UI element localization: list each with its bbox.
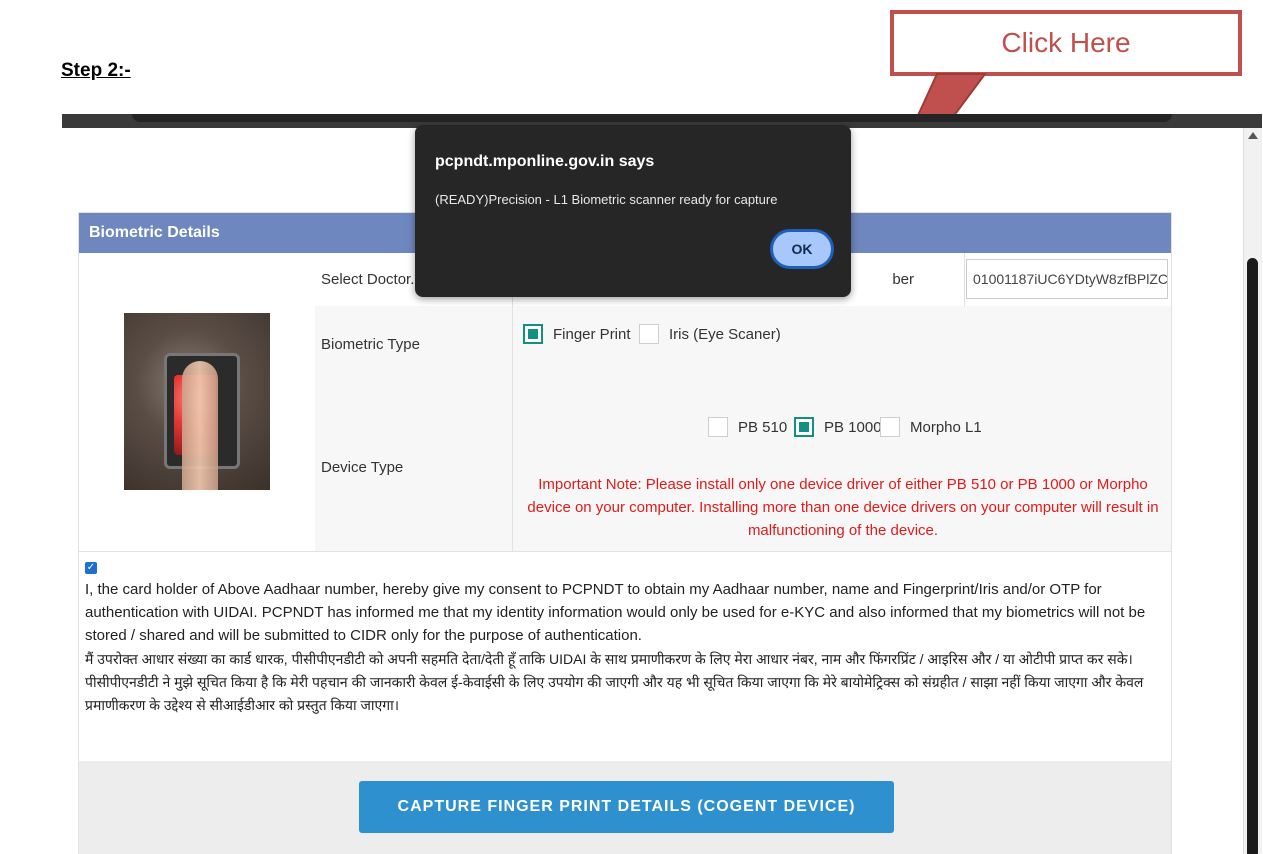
consent-section: ✓ I, the card holder of Above Aadhaar nu… <box>79 551 1171 763</box>
dialog-message: (READY)Precision - L1 Biometric scanner … <box>435 192 778 207</box>
biometric-type-row: Biometric Type Finger Print Iris (Eye Sc… <box>315 306 1171 384</box>
important-note: Important Note: Please install only one … <box>527 476 1159 539</box>
option-pb1000[interactable]: PB 1000 <box>794 417 882 437</box>
scroll-thumb[interactable] <box>1247 258 1258 854</box>
consent-text-hindi: मैं उपरोक्त आधार संख्या का कार्ड धारक, प… <box>85 651 1144 713</box>
iris-checkbox[interactable] <box>639 324 659 344</box>
morpho-checkbox[interactable] <box>880 417 900 437</box>
browser-screen: Biometric Details Select Doctor. ber 010… <box>62 114 1262 854</box>
capture-finger-print-button[interactable]: CAPTURE FINGER PRINT DETAILS (COGENT DEV… <box>359 781 894 833</box>
consent-checkbox[interactable]: ✓ <box>85 562 97 574</box>
ok-button[interactable]: OK <box>770 229 834 269</box>
device-type-label: Device Type <box>315 383 513 551</box>
iris-label: Iris (Eye Scaner) <box>669 325 781 343</box>
pb1000-label: PB 1000 <box>824 418 882 436</box>
morpho-label: Morpho L1 <box>910 418 982 436</box>
pb1000-checkbox[interactable] <box>794 417 814 437</box>
consent-text-english: I, the card holder of Above Aadhaar numb… <box>85 581 1146 644</box>
finger-print-checkbox[interactable] <box>523 324 543 344</box>
finger-print-label: Finger Print <box>553 325 631 343</box>
request-number-field[interactable]: 01001187iUC6YDtyW8zfBPlZC <box>966 259 1168 299</box>
click-here-callout: Click Here <box>890 10 1242 76</box>
option-iris[interactable]: Iris (Eye Scaner) <box>639 324 781 344</box>
dialog-title: pcpndt.mponline.gov.in says <box>435 153 655 170</box>
fingerprint-scanner-image <box>124 313 270 490</box>
pb510-checkbox[interactable] <box>708 417 728 437</box>
details-grid: Select Doctor. ber 01001187iUC6YDtyW8zfB… <box>79 253 1171 551</box>
biometric-details-panel: Biometric Details Select Doctor. ber 010… <box>78 212 1172 854</box>
step-title: Step 2:- <box>61 60 131 81</box>
device-type-row: Device Type PB 510 PB 1000 Morpho L1 Imp… <box>315 383 1171 551</box>
scroll-up-arrow-icon[interactable] <box>1248 132 1258 139</box>
biometric-type-label: Biometric Type <box>315 306 513 383</box>
address-bar-edge <box>132 114 1172 122</box>
finger <box>182 361 218 490</box>
option-morpho-l1[interactable]: Morpho L1 <box>880 417 982 437</box>
fingerprint-image-cell <box>79 253 316 551</box>
footer-bar: CAPTURE FINGER PRINT DETAILS (COGENT DEV… <box>79 761 1171 854</box>
vertical-scrollbar[interactable] <box>1243 128 1262 854</box>
option-pb510[interactable]: PB 510 <box>708 417 787 437</box>
option-finger-print[interactable]: Finger Print <box>523 324 631 344</box>
alert-dialog: pcpndt.mponline.gov.in says (READY)Preci… <box>415 125 851 297</box>
pb510-label: PB 510 <box>738 418 788 436</box>
